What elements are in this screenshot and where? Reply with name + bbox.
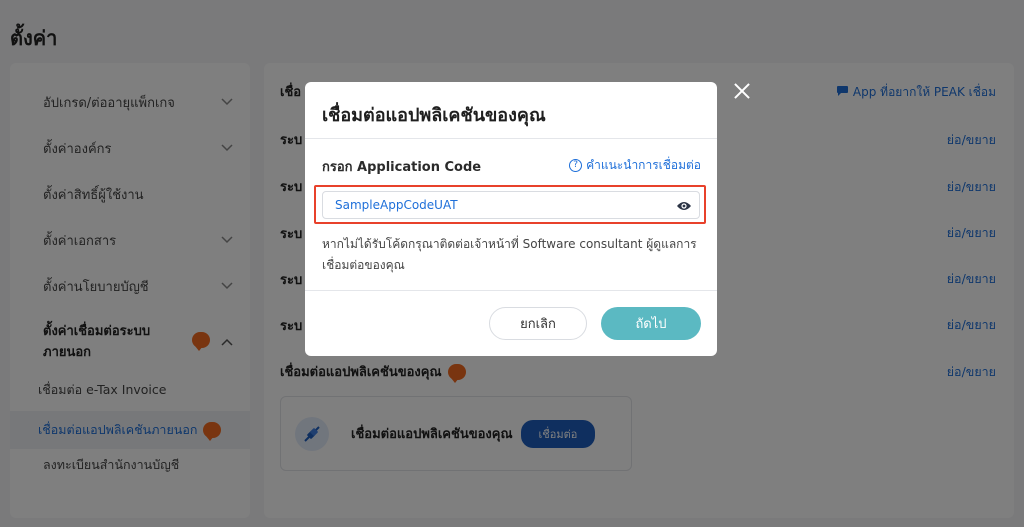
help-icon: ? bbox=[569, 159, 583, 172]
close-icon[interactable] bbox=[733, 82, 751, 100]
help-link-label: คำแนะนำการเชื่อมต่อ bbox=[586, 158, 701, 172]
divider bbox=[305, 290, 717, 291]
cancel-button[interactable]: ยกเลิก bbox=[489, 307, 587, 340]
next-button[interactable]: ถัดไป bbox=[601, 307, 701, 340]
connection-help-link[interactable]: ? คำแนะนำการเชื่อมต่อ bbox=[569, 156, 701, 175]
eye-icon[interactable] bbox=[676, 198, 692, 212]
application-code-label: กรอก Application Code bbox=[322, 160, 482, 175]
hint-text: หากไม่ได้รับโค้ดกรุณาติดต่อเจ้าหน้าที่ S… bbox=[322, 237, 697, 272]
divider bbox=[305, 138, 717, 139]
application-code-input[interactable] bbox=[322, 191, 700, 219]
modal-title: เชื่อมต่อแอปพลิเคชันของคุณ bbox=[322, 105, 546, 126]
connect-app-modal: เชื่อมต่อแอปพลิเคชันของคุณ กรอก Applicat… bbox=[305, 82, 717, 356]
